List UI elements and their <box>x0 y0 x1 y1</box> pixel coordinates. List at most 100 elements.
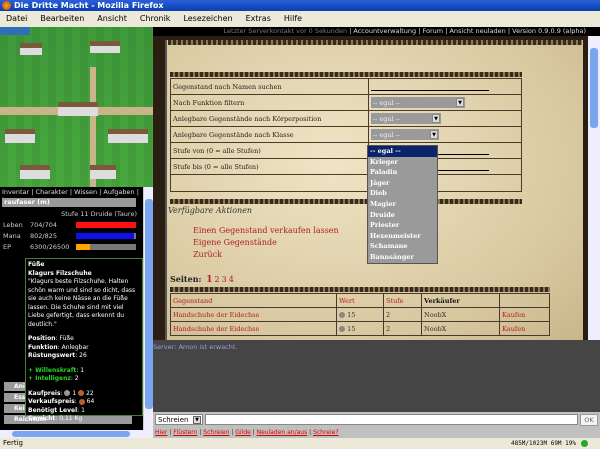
form-label: Nach Funktion filtern <box>170 94 369 111</box>
class-select[interactable]: -- egal -- ▼ <box>371 129 439 140</box>
pages-label: Seiten: <box>170 274 202 284</box>
chevron-down-icon[interactable]: ▼ <box>432 114 440 123</box>
chevron-down-icon[interactable]: ▼ <box>430 130 438 139</box>
item-name[interactable]: Handschuhe der Eidechse <box>170 321 337 336</box>
function-select[interactable]: -- egal -- ▼ <box>371 97 465 108</box>
menu-datei[interactable]: Datei <box>6 11 27 27</box>
menu-bearbeiten[interactable]: Bearbeiten <box>40 11 84 27</box>
menu-extras[interactable]: Extras <box>246 11 271 27</box>
action-own-items[interactable]: Eigene Gegenstände <box>193 238 277 247</box>
select-value: -- egal -- <box>373 130 400 139</box>
tooltip-value: Anlegbar <box>61 343 89 351</box>
dropdown-option[interactable]: Dieb <box>368 188 437 199</box>
chat-link-fluestern[interactable]: Flüstern <box>173 429 197 436</box>
items-table: Gegenstand Wert Stufe Verkäufer Handschu… <box>170 293 550 336</box>
check-icon <box>581 440 588 447</box>
scroll-thumb[interactable] <box>12 431 130 437</box>
item-tooltip: Füße Klagurs Filzschuhe "Klagurs beste F… <box>25 258 143 422</box>
body-position-select[interactable]: -- egal -- ▼ <box>371 113 441 124</box>
version: Version 0.9.0.9 (alpha) <box>512 27 586 35</box>
action-back[interactable]: Zurück <box>193 250 222 259</box>
scroll-thumb[interactable] <box>145 199 153 409</box>
bonus-label: + Intelligenz <box>28 375 71 382</box>
stat-label: Leben <box>3 221 23 229</box>
action-sell-item[interactable]: Einen Gegenstand verkaufen lassen <box>193 226 339 235</box>
chevron-down-icon[interactable]: ▼ <box>456 98 464 107</box>
form-label: Anlegbare Gegenstände nach Körperpositio… <box>170 110 369 127</box>
dropdown-option[interactable]: Hexenmeister <box>368 231 437 242</box>
form-empty-cell <box>170 174 369 192</box>
dropdown-option[interactable]: Magier <box>368 199 437 210</box>
tooltip-value: 64 <box>86 398 95 405</box>
select-value: -- egal -- <box>373 114 400 123</box>
game-map[interactable] <box>0 27 153 187</box>
form-label: Anlegbare Gegenstände nach Klasse <box>170 126 369 143</box>
stat-label: EP <box>3 243 12 251</box>
left-scrollbar[interactable] <box>143 187 153 430</box>
page-link[interactable]: 4 <box>229 275 234 284</box>
chat-link-neuladen[interactable]: Neuladen an/aus <box>257 429 308 436</box>
column-header[interactable]: Gegenstand <box>170 293 337 308</box>
dropdown-option[interactable]: Druide <box>368 210 437 221</box>
chat-link-schreien[interactable]: Schreien <box>203 429 229 436</box>
ornament-border <box>168 40 582 45</box>
form-label: Stufe bis (0 = alle Stufen) <box>170 158 369 175</box>
chat-link-gilde[interactable]: Gilde <box>235 429 250 436</box>
page-link[interactable]: 1 <box>206 275 212 285</box>
chevron-down-icon[interactable]: ▼ <box>193 416 201 424</box>
memory-usage: 485M/1023M 69M 19% <box>510 440 576 447</box>
buy-link[interactable]: Kaufen <box>499 307 550 322</box>
class-dropdown-list[interactable]: -- egal -- Krieger Paladin Jäger Dieb Ma… <box>367 145 438 264</box>
table-row: Handschuhe der Eidechse 15 2 NoobX Kaufe… <box>170 321 550 336</box>
column-header[interactable]: Stufe <box>383 293 422 308</box>
tooltip-value: 26 <box>79 352 87 359</box>
link-accountverwaltung[interactable]: Accountverwaltung <box>353 27 416 35</box>
bonus-value: 2 <box>74 375 79 382</box>
page-link[interactable]: 3 <box>222 275 227 284</box>
column-header[interactable]: Wert <box>336 293 384 308</box>
stat-value: 802/825 <box>30 232 58 240</box>
select-value: -- egal -- <box>373 98 400 107</box>
name-search-input[interactable] <box>371 81 489 91</box>
dropdown-option[interactable]: -- egal -- <box>368 146 437 157</box>
chat-link-schreie[interactable]: Schreie? <box>313 429 338 436</box>
character-name: raufaser (m) <box>2 198 136 207</box>
ep-bar <box>76 244 136 250</box>
menu-lesezeichen[interactable]: Lesezeichen <box>183 11 232 27</box>
stat-value: 6300/26500 <box>30 243 70 251</box>
page-link[interactable]: 2 <box>215 275 220 284</box>
item-value: 15 <box>347 310 356 319</box>
dropdown-option[interactable]: Bannsänger <box>368 252 437 263</box>
tooltip-label: Verkaufspreis <box>28 398 75 405</box>
column-header: Verkäufer <box>421 293 500 308</box>
menu-hilfe[interactable]: Hilfe <box>284 11 302 27</box>
dropdown-option[interactable]: Schamane <box>368 241 437 252</box>
form-label: Gegenstand nach Namen suchen <box>170 78 369 95</box>
dropdown-option[interactable]: Jäger <box>368 178 437 189</box>
item-name[interactable]: Handschuhe der Eidechse <box>170 307 337 322</box>
horizontal-scrollbar[interactable] <box>0 430 153 438</box>
menu-bar: Datei Bearbeiten Ansicht Chronik Lesezei… <box>0 11 600 27</box>
mana-bar <box>76 233 136 239</box>
main-scrollbar[interactable] <box>588 36 600 340</box>
tooltip-label: Position <box>28 335 56 342</box>
menu-chronik[interactable]: Chronik <box>140 11 171 27</box>
menu-ansicht[interactable]: Ansicht <box>97 11 127 27</box>
form-label: Stufe von (0 = alle Stufen) <box>170 142 369 159</box>
link-ansicht-neuladen[interactable]: Ansicht neuladen <box>449 27 505 35</box>
dropdown-option[interactable]: Krieger <box>368 157 437 168</box>
dropdown-option[interactable]: Priester <box>368 220 437 231</box>
send-button[interactable]: OK <box>580 414 598 426</box>
copper-coin-icon <box>78 390 85 396</box>
dropdown-option[interactable]: Paladin <box>368 167 437 178</box>
tooltip-description: "Klagurs beste Filzschuhe. Halten schön … <box>28 278 136 328</box>
chat-link-hier[interactable]: Hier <box>155 429 167 436</box>
item-seller: NoobX <box>421 321 500 336</box>
buy-link[interactable]: Kaufen <box>499 321 550 336</box>
chat-input[interactable] <box>205 414 578 425</box>
link-forum[interactable]: Forum <box>423 27 444 35</box>
scroll-thumb[interactable] <box>590 48 598 128</box>
chat-mode-select[interactable]: Schreien ▼ <box>155 414 203 425</box>
tooltip-slot: Füße <box>28 261 45 268</box>
ornament-border <box>170 287 550 292</box>
